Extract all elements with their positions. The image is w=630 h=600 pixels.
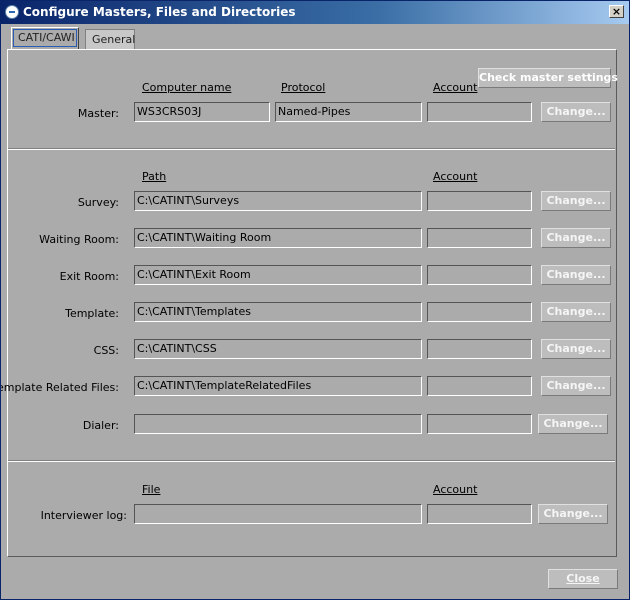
template-label: Template: (65, 307, 119, 320)
dialer-path-field[interactable] (134, 414, 422, 434)
header-file-account: Account (433, 483, 478, 496)
master-change-button[interactable]: Change... (541, 102, 611, 122)
template-path-field[interactable]: C:\CATINT\Templates (134, 302, 422, 322)
exit-room-label: Exit Room: (59, 270, 119, 283)
survey-label: Survey: (77, 196, 119, 209)
template-change-button[interactable]: Change... (541, 302, 611, 322)
exit-room-change-button[interactable]: Change... (541, 265, 611, 285)
interviewer-log-file-field[interactable] (134, 504, 422, 524)
header-master-account: Account (433, 81, 478, 94)
exit-room-account-field[interactable] (427, 265, 532, 285)
master-label: Master: (77, 107, 119, 120)
template-related-files-account-field[interactable] (427, 376, 532, 396)
waiting-room-path-field[interactable]: C:\CATINT\Waiting Room (134, 228, 422, 248)
dialer-account-field[interactable] (427, 414, 532, 434)
master-account-field[interactable] (427, 102, 532, 122)
master-protocol-field[interactable]: Named-Pipes (275, 102, 422, 122)
survey-account-field[interactable] (427, 191, 532, 211)
interviewer-log-change-button[interactable]: Change... (538, 504, 608, 524)
css-path-field[interactable]: C:\CATINT\CSS (134, 339, 422, 359)
title-bar[interactable]: Configure Masters, Files and Directories… (1, 1, 629, 24)
template-related-files-path-field[interactable]: C:\CATINT\TemplateRelatedFiles (134, 376, 422, 396)
header-file: File (142, 483, 161, 496)
template-account-field[interactable] (427, 302, 532, 322)
close-button[interactable]: Close (548, 569, 618, 589)
separator (8, 460, 615, 462)
window-title: Configure Masters, Files and Directories (23, 5, 296, 19)
waiting-room-change-button[interactable]: Change... (541, 228, 611, 248)
exit-room-path-field[interactable]: C:\CATINT\Exit Room (134, 265, 422, 285)
survey-path-field[interactable]: C:\CATINT\Surveys (134, 191, 422, 211)
waiting-room-label: Waiting Room: (39, 233, 119, 246)
header-protocol: Protocol (281, 81, 326, 94)
window-close-button[interactable]: × (609, 5, 624, 18)
css-change-button[interactable]: Change... (541, 339, 611, 359)
tab-cati-cawi[interactable]: CATI/CAWI (11, 27, 79, 49)
check-master-settings-button[interactable]: Check master settings (478, 68, 618, 88)
master-computer-name-field[interactable]: WS3CRS03J (134, 102, 270, 122)
interviewer-log-label: Interviewer log: (40, 509, 127, 522)
header-path-account: Account (433, 170, 478, 183)
css-label: CSS: (93, 344, 119, 357)
waiting-room-account-field[interactable] (427, 228, 532, 248)
css-account-field[interactable] (427, 339, 532, 359)
app-icon (5, 5, 19, 19)
header-computer-name: Computer name (142, 81, 232, 94)
configure-dialog: Configure Masters, Files and Directories… (0, 0, 630, 600)
template-related-files-label: Template Related Files: (0, 381, 119, 394)
dialer-change-button[interactable]: Change... (538, 414, 608, 434)
interviewer-log-account-field[interactable] (427, 504, 532, 524)
header-path: Path (142, 170, 167, 183)
template-related-files-change-button[interactable]: Change... (541, 376, 611, 396)
separator (8, 148, 615, 150)
tab-general[interactable]: General (85, 29, 135, 49)
survey-change-button[interactable]: Change... (541, 191, 611, 211)
dialer-label: Dialer: (82, 419, 119, 432)
